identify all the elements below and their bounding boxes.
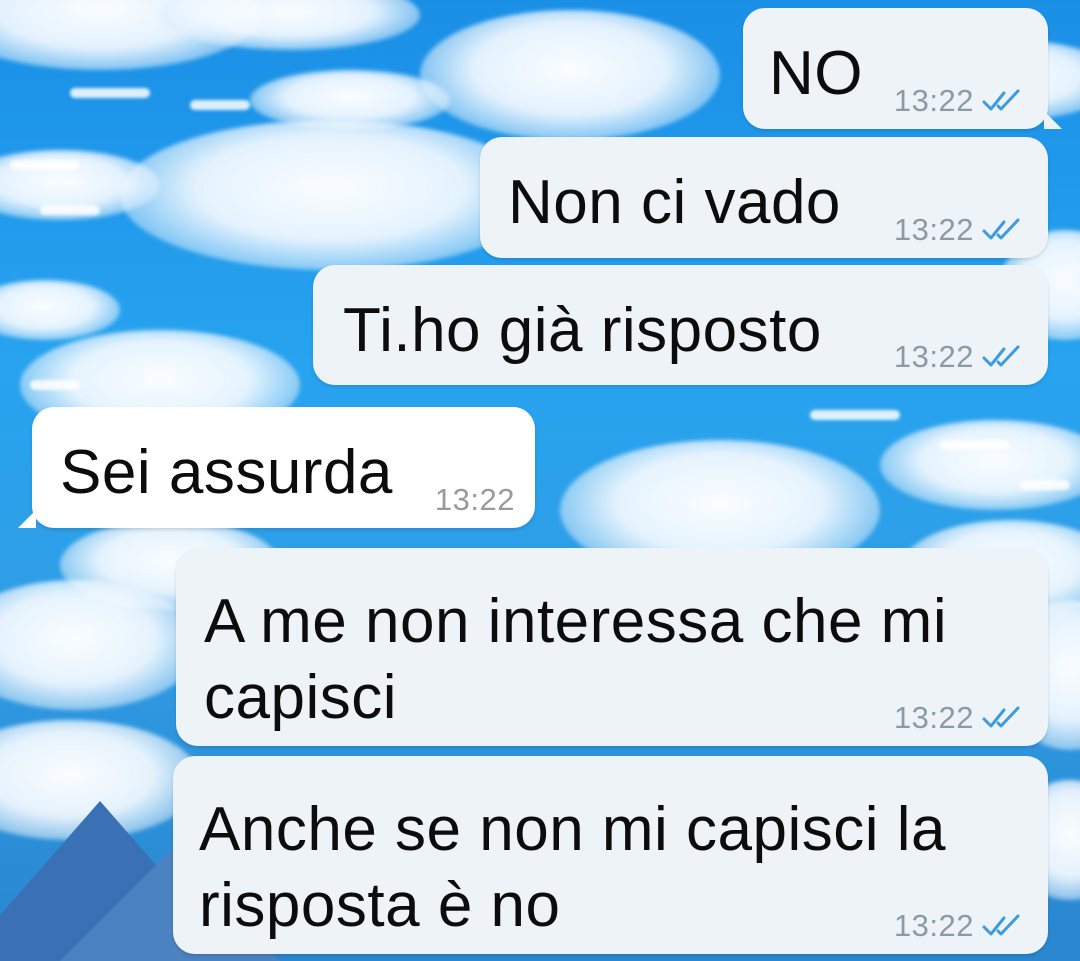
double-check-icon bbox=[982, 345, 1020, 367]
message-time: 13:22 bbox=[434, 482, 515, 517]
message-meta: 13:22 bbox=[435, 482, 515, 518]
message-meta: 13:22 bbox=[894, 700, 1022, 736]
message-bubble-outgoing[interactable]: A me non interessa che mi capisci 13:22 bbox=[176, 548, 1048, 746]
message-meta: 13:22 bbox=[894, 339, 1022, 375]
double-check-icon bbox=[982, 706, 1020, 728]
message-bubble-incoming[interactable]: Sei assurda 13:22 bbox=[18, 407, 535, 528]
message-bubble-outgoing[interactable]: NO 13:22 bbox=[743, 8, 1062, 129]
double-check-icon bbox=[982, 914, 1020, 936]
double-check-icon bbox=[982, 89, 1020, 111]
message-meta: 13:22 bbox=[894, 212, 1022, 248]
message-time: 13:22 bbox=[893, 212, 974, 247]
message-bubble-outgoing[interactable]: Non ci vado 13:22 bbox=[480, 137, 1048, 258]
message-time: 13:22 bbox=[893, 908, 974, 943]
message-time: 13:22 bbox=[893, 83, 974, 118]
message-meta: 13:22 bbox=[894, 908, 1022, 944]
message-bubble-outgoing[interactable]: Ti.ho già risposto 13:22 bbox=[313, 265, 1048, 385]
double-check-icon bbox=[982, 218, 1020, 240]
message-time: 13:22 bbox=[893, 339, 974, 374]
message-meta: 13:22 bbox=[894, 83, 1022, 119]
message-bubble-outgoing[interactable]: Anche se non mi capisci la risposta è no… bbox=[173, 756, 1048, 954]
message-time: 13:22 bbox=[893, 700, 974, 735]
